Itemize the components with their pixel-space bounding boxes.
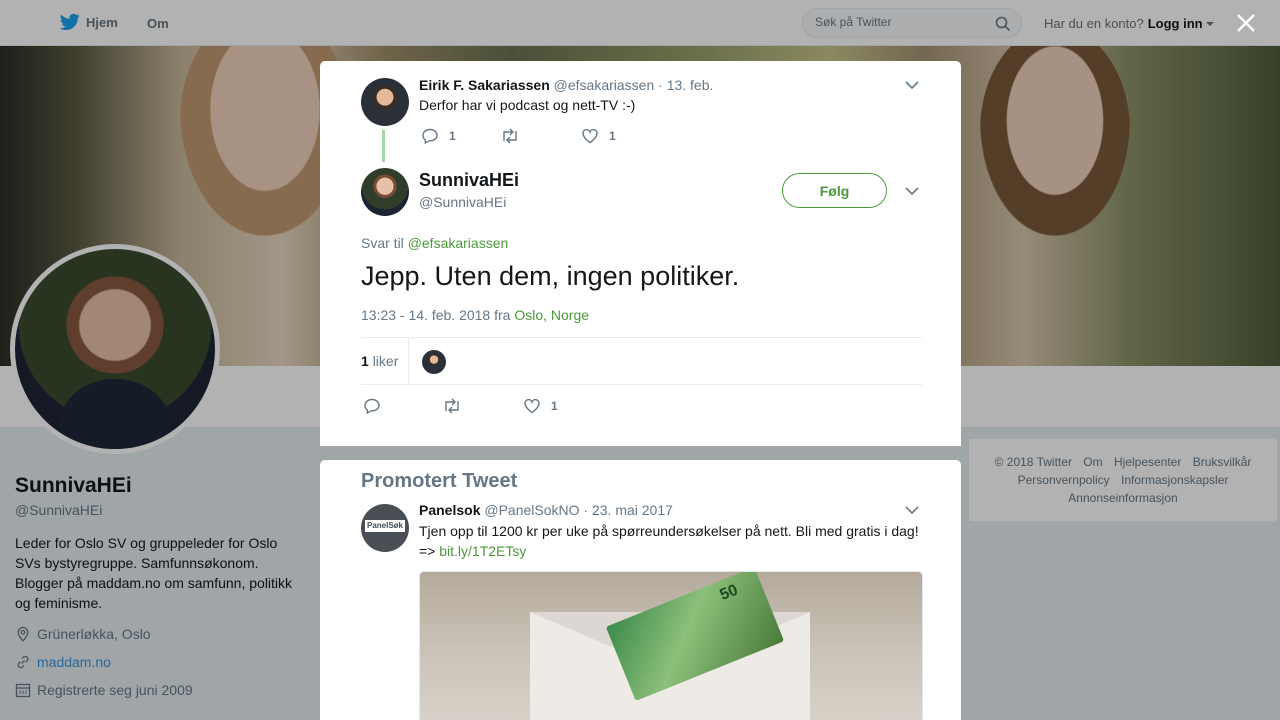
promoted-tweet-date[interactable]: · 23. mai 2017 [583, 502, 673, 518]
tweet-location-link[interactable]: Oslo, Norge [514, 307, 589, 323]
chevron-down-icon[interactable] [905, 505, 919, 515]
eirik-avatar[interactable] [361, 78, 409, 126]
banknote-value: 50 [717, 581, 741, 605]
reply-icon [422, 128, 438, 145]
like-stat[interactable]: 1 liker [361, 353, 398, 369]
stats-divider [408, 338, 409, 385]
reply-context: Svar til @efsakariassen [361, 235, 508, 251]
main-tweet-text: Jepp. Uten dem, ingen politiker. [361, 261, 740, 291]
parent-reply-count: 1 [449, 129, 456, 143]
parent-retweet-action[interactable] [500, 127, 530, 145]
like-stat-label: liker [372, 353, 399, 369]
parent-like-count: 1 [609, 129, 616, 143]
parent-reply-action[interactable]: 1 [421, 127, 456, 145]
reply-to-link[interactable]: @efsakariassen [408, 235, 509, 251]
main-reply-action[interactable] [363, 397, 391, 415]
tweet-timestamp[interactable]: 13:23 - 14. feb. 2018 fra [361, 307, 510, 323]
promoted-image[interactable]: 50 [419, 571, 923, 720]
promoted-tweet-card: Promotert Tweet PanelSøk Panelsok @Panel… [320, 460, 961, 720]
panelsok-logo: PanelSøk [365, 520, 405, 532]
chevron-down-icon[interactable] [905, 80, 919, 90]
promoted-tweet-header: Panelsok @PanelSokNO · 23. mai 2017 [419, 502, 673, 518]
main-like-count: 1 [551, 399, 558, 413]
sunniva-avatar[interactable] [361, 168, 409, 216]
reply-prefix: Svar til [361, 235, 404, 251]
retweet-icon [445, 398, 459, 414]
tweet-metadata: 13:23 - 14. feb. 2018 fra Oslo, Norge [361, 307, 589, 323]
parent-tweet-header: Eirik F. Sakariassen @efsakariassen · 13… [419, 77, 713, 93]
main-author-name[interactable]: SunnivaHEi [419, 170, 519, 191]
promoted-title: Promotert Tweet [361, 470, 518, 492]
parent-author-name[interactable]: Eirik F. Sakariassen [419, 77, 550, 93]
main-author-handle[interactable]: @SunnivaHEi [419, 194, 506, 210]
heart-icon [582, 128, 598, 144]
parent-like-action[interactable]: 1 [581, 127, 616, 145]
parent-tweet-text: Derfor har vi podcast og nett-TV :-) [419, 97, 636, 113]
tweet-modal: Eirik F. Sakariassen @efsakariassen · 13… [320, 61, 961, 446]
promoted-author-handle[interactable]: @PanelSokNO [484, 502, 579, 518]
parent-tweet-date[interactable]: · 13. feb. [658, 77, 713, 93]
heart-icon [524, 398, 540, 414]
main-like-action[interactable]: 1 [523, 397, 558, 415]
follow-button[interactable]: Følg [782, 173, 887, 208]
thread-connector-line [382, 130, 385, 162]
close-icon[interactable] [1234, 11, 1258, 35]
panelsok-avatar[interactable]: PanelSøk [361, 504, 409, 552]
liker-avatar[interactable] [422, 350, 446, 374]
main-retweet-action[interactable] [442, 397, 472, 415]
promoted-author-name[interactable]: Panelsok [419, 502, 480, 518]
parent-author-handle[interactable]: @efsakariassen [554, 77, 655, 93]
promoted-link[interactable]: bit.ly/1T2ETsy [439, 543, 526, 559]
like-stat-count: 1 [361, 353, 369, 369]
chevron-down-icon[interactable] [905, 186, 919, 196]
tweet-stats: 1 liker [361, 337, 922, 385]
reply-icon [364, 398, 380, 415]
promoted-tweet-text: Tjen opp til 1200 kr per uke på spørreun… [419, 521, 929, 561]
retweet-icon [503, 128, 517, 144]
